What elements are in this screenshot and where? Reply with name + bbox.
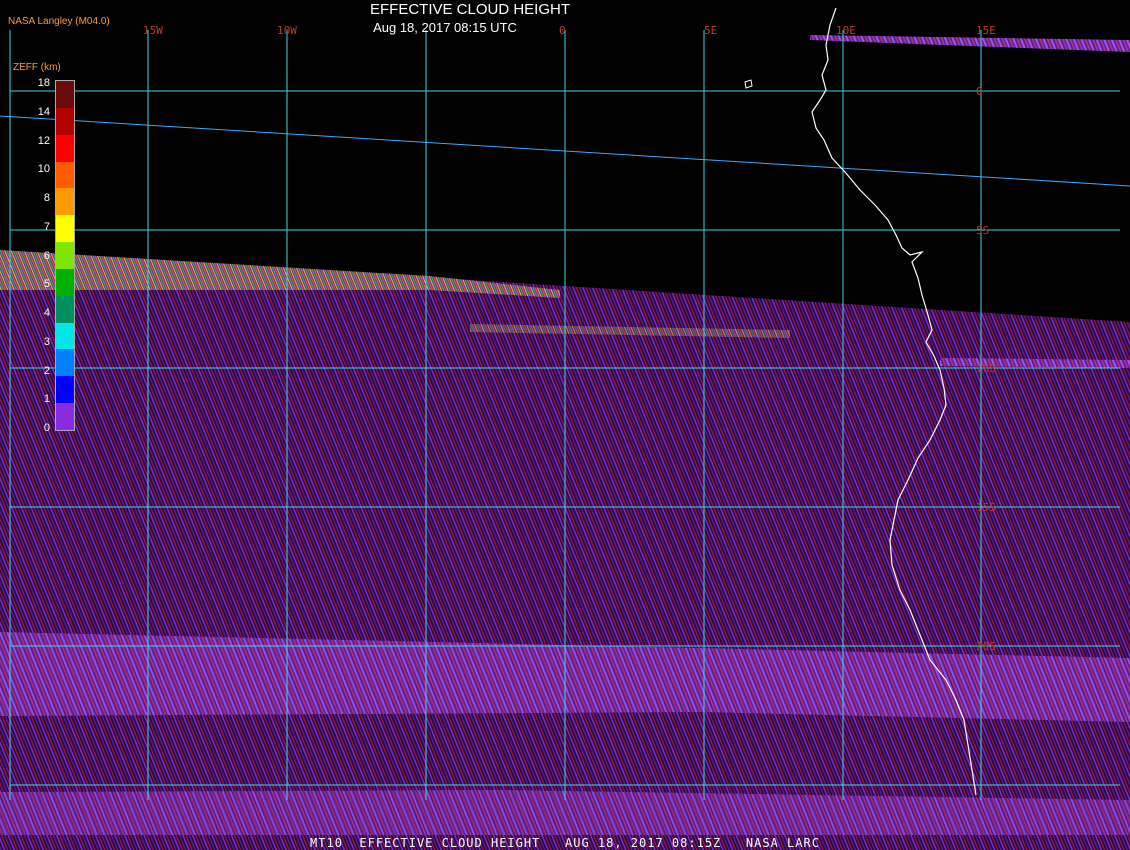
legend-tick-label: 3 (43, 335, 50, 348)
map-title: EFFECTIVE CLOUD HEIGHT (369, 1, 571, 18)
legend-swatch (56, 349, 74, 377)
lat-label-15s: 15S (976, 501, 996, 514)
legend-title: ZEFF (km) (13, 62, 61, 73)
legend-swatch (56, 403, 74, 431)
legend-tick-label: 7 (43, 220, 50, 233)
lat-label-20s: 20S (976, 640, 996, 653)
legend-tick-label: 4 (43, 307, 50, 319)
lat-label-5s: 5S (976, 224, 989, 237)
legend-swatch (56, 81, 74, 109)
product-label: NASA Langley (M04.0) (8, 16, 110, 27)
legend-swatch (56, 134, 74, 163)
island (744, 79, 753, 89)
legend-swatch (56, 268, 74, 297)
legend-tick-label: 1 (43, 393, 50, 406)
legend-tick-label: 0 (43, 422, 50, 434)
color-legend-bar (55, 80, 75, 431)
legend-swatch (56, 107, 74, 136)
legend-swatch (56, 215, 74, 243)
legend-swatch (56, 242, 74, 270)
scan-streak (810, 35, 1130, 52)
legend-tick-label: 12 (37, 134, 50, 147)
map-timestamp: Aug 18, 2017 08:15 UTC (373, 20, 517, 35)
legend-tick-label: 2 (43, 364, 50, 377)
legend-swatch (56, 161, 74, 189)
legend-tick-label: 8 (43, 192, 50, 204)
legend-tick-label: 14 (37, 105, 50, 118)
satellite-map: 15W 10W 0 5E 10E 15E 0 5S 10S 15S 20S (0, 7, 1130, 850)
lon-label-15e: 15E (976, 24, 996, 37)
legend-tick-label: 5 (43, 278, 50, 291)
footer-caption: MT10 EFFECTIVE CLOUD HEIGHT AUG 18, 2017… (310, 836, 820, 850)
legend-tick-label: 18 (37, 77, 50, 89)
legend-swatch (56, 295, 74, 324)
legend-tick-label: 10 (37, 163, 50, 176)
legend-swatch (56, 322, 74, 350)
legend-swatch (56, 188, 74, 216)
legend-tick-label: 6 (43, 249, 50, 262)
lat-label-0: 0 (976, 85, 983, 98)
lat-label-10s: 10S (976, 362, 996, 375)
legend-swatch (56, 376, 74, 404)
